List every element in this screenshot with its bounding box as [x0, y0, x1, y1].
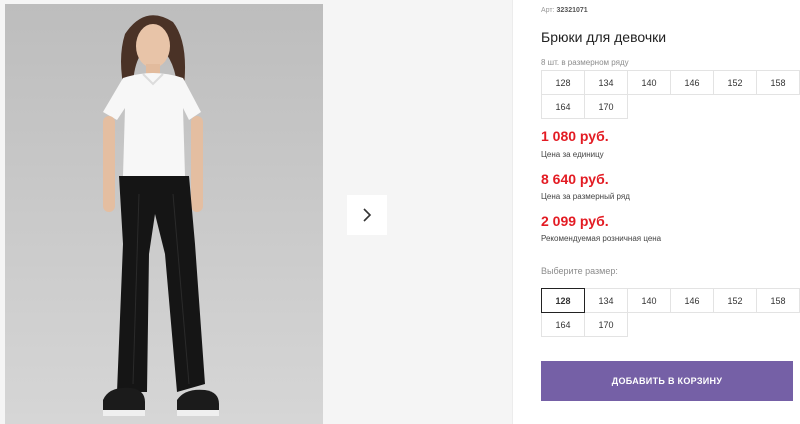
size-row-item: 140	[627, 70, 671, 95]
size-row-item: 158	[756, 70, 800, 95]
size-row-item: 170	[584, 94, 628, 119]
size-row-item: 152	[713, 70, 757, 95]
size-option[interactable]: 134	[584, 288, 628, 313]
size-option[interactable]: 152	[713, 288, 757, 313]
article-number: Арт: 32321071	[541, 7, 588, 14]
size-option[interactable]: 146	[670, 288, 714, 313]
retail-price: 2 099 руб.	[541, 213, 609, 229]
row-price: 8 640 руб.	[541, 171, 609, 187]
size-row-item: 128	[541, 70, 585, 95]
product-details: Арт: 32321071 Брюки для девочки 8 шт. в …	[541, 0, 800, 424]
chevron-right-icon	[363, 208, 372, 222]
size-row-item: 146	[670, 70, 714, 95]
product-page: Арт: 32321071 Брюки для девочки 8 шт. в …	[0, 0, 800, 424]
size-row-item: 134	[584, 70, 628, 95]
select-size-hint: Выберите размер:	[541, 266, 618, 276]
divider	[512, 0, 513, 424]
product-title: Брюки для девочки	[541, 29, 667, 45]
product-photo[interactable]	[5, 4, 323, 424]
size-option[interactable]: 164	[541, 312, 585, 337]
size-option[interactable]: 140	[627, 288, 671, 313]
retail-price-label: Рекомендуемая розничная цена	[541, 234, 662, 243]
article-value: 32321071	[556, 7, 588, 14]
size-option[interactable]: 170	[584, 312, 628, 337]
article-label: Арт:	[541, 7, 555, 14]
size-select-grid: 128 134 140 146 152 158 164 170	[541, 288, 800, 337]
size-option[interactable]: 158	[756, 288, 800, 313]
unit-price-label: Цена за единицу	[541, 150, 604, 159]
size-row-item: 164	[541, 94, 585, 119]
unit-price: 1 080 руб.	[541, 128, 609, 144]
size-row-hint: 8 шт. в размерном ряду	[541, 58, 629, 67]
girl-in-black-trousers-image	[5, 4, 323, 424]
add-to-cart-button[interactable]: ДОБАВИТЬ В КОРЗИНУ	[541, 361, 793, 401]
product-gallery	[0, 0, 512, 424]
size-option-selected[interactable]: 128	[541, 288, 585, 313]
next-image-button[interactable]	[347, 195, 387, 235]
size-row-grid: 128 134 140 146 152 158 164 170	[541, 70, 800, 119]
row-price-label: Цена за размерный ряд	[541, 192, 630, 201]
